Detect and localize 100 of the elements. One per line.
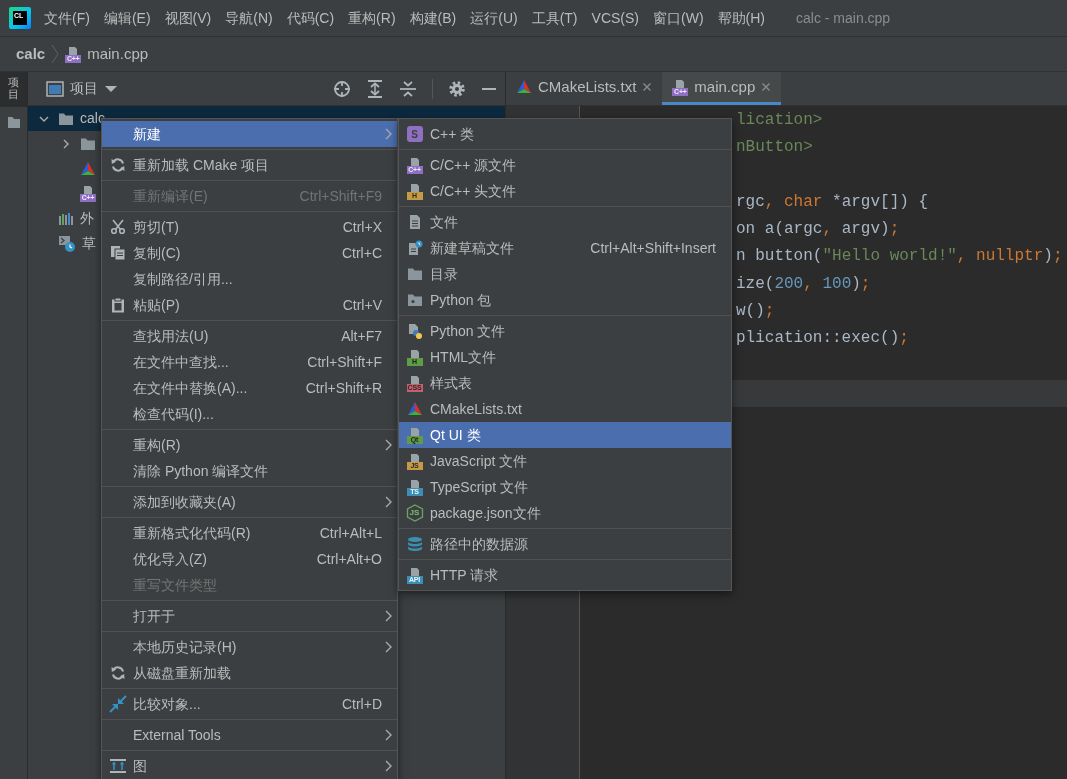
menu-item[interactable]: CMakeLists.txt bbox=[399, 396, 731, 422]
refresh-icon bbox=[109, 665, 126, 681]
arrows-icon bbox=[108, 695, 127, 713]
crosshair-icon[interactable] bbox=[333, 79, 351, 98]
menu-item[interactable]: 优化导入(Z) Ctrl+Alt+O bbox=[102, 546, 397, 572]
menu-item[interactable]: 检查代码(I)... bbox=[102, 401, 397, 427]
code-line: nButton> bbox=[736, 137, 813, 159]
folder-icon[interactable] bbox=[6, 114, 21, 129]
copy-icon bbox=[109, 245, 126, 261]
database-icon bbox=[406, 536, 423, 552]
menu-item[interactable]: 清除 Python 编译文件 bbox=[102, 458, 397, 484]
menu-item[interactable]: 重新加载 CMake 项目 bbox=[102, 152, 397, 178]
menu-item[interactable]: 目录 bbox=[399, 261, 731, 287]
code-line: on a(argc, argv); bbox=[736, 219, 900, 241]
chevron-icon bbox=[385, 496, 392, 508]
panel-dropdown[interactable]: 项目 bbox=[44, 76, 120, 101]
shortcut-text: Ctrl+Shift+F bbox=[307, 352, 382, 372]
menu-bar-item[interactable]: 窗口(W) bbox=[646, 7, 711, 29]
shortcut-text: Ctrl+X bbox=[342, 217, 382, 237]
menu-item[interactable]: 新建草稿文件 Ctrl+Alt+Shift+Insert bbox=[399, 235, 731, 261]
menu-bar-item[interactable]: 编辑(E) bbox=[96, 7, 158, 29]
menu-item[interactable]: Python 文件 bbox=[399, 318, 731, 344]
window-icon bbox=[46, 80, 64, 97]
menu-item[interactable]: 剪切(T) Ctrl+X bbox=[102, 214, 397, 240]
class-icon: S bbox=[406, 126, 423, 142]
editor-tab[interactable]: CMakeLists.txt bbox=[506, 72, 663, 105]
menu-bar-item[interactable]: 工具(T) bbox=[524, 7, 585, 29]
menu-item[interactable]: S C++ 类 bbox=[399, 121, 731, 147]
shortcut-text: Ctrl+D bbox=[341, 694, 382, 714]
code-line: ize(200, 100); bbox=[736, 273, 871, 295]
menu-item[interactable]: 添加到收藏夹(A) bbox=[102, 489, 397, 515]
menu-bar-item[interactable]: VCS(S) bbox=[584, 7, 646, 29]
chevron-icon bbox=[385, 128, 392, 140]
tree-item-label[interactable]: calc bbox=[80, 108, 105, 129]
shortcut-text: Ctrl+V bbox=[342, 295, 382, 315]
menu-item[interactable]: 在文件中替换(A)... Ctrl+Shift+R bbox=[102, 375, 397, 401]
shortcut-text: Ctrl+Alt+Shift+Insert bbox=[590, 238, 716, 258]
code-line: rgc, char *argv[]) { bbox=[736, 191, 929, 213]
menu-bar-item[interactable]: 帮助(H) bbox=[710, 7, 772, 29]
window-clock-icon bbox=[58, 234, 76, 253]
chevron-icon bbox=[385, 760, 392, 772]
menu-item[interactable]: Python 包 bbox=[399, 287, 731, 313]
diagram-icon bbox=[108, 758, 127, 774]
tool-window-tab[interactable]: 项目 bbox=[0, 72, 27, 107]
collapse-all-icon[interactable] bbox=[399, 79, 417, 98]
menu-item[interactable]: JS package.json文件 bbox=[399, 500, 731, 526]
menu-bar-item[interactable]: 视图(V) bbox=[157, 7, 219, 29]
code-line: w(); bbox=[736, 301, 775, 323]
breadcrumb-item[interactable]: main.cpp bbox=[87, 42, 149, 66]
menu-item[interactable]: External Tools bbox=[102, 722, 397, 748]
menu-item[interactable]: 复制(C) Ctrl+C bbox=[102, 240, 397, 266]
menu-item[interactable]: 比较对象... Ctrl+D bbox=[102, 691, 397, 717]
chevron-icon bbox=[385, 439, 392, 451]
shortcut-text: Alt+F7 bbox=[341, 326, 382, 346]
close-icon[interactable] bbox=[642, 82, 653, 92]
chevron-icon bbox=[385, 641, 392, 653]
shortcut-text: Ctrl+Alt+O bbox=[316, 549, 382, 569]
menu-item[interactable]: 本地历史记录(H) bbox=[102, 634, 397, 660]
package-folder-icon bbox=[406, 292, 423, 308]
menu-item[interactable]: 重构(R) bbox=[102, 432, 397, 458]
menu-item[interactable]: 打开于 bbox=[102, 603, 397, 629]
code-line: plication::exec(); bbox=[736, 328, 909, 350]
menu-item[interactable]: 从磁盘重新加载 bbox=[102, 660, 397, 686]
menu-item[interactable]: 图 bbox=[102, 753, 397, 779]
menu-item[interactable]: 在文件中查找... Ctrl+Shift+F bbox=[102, 349, 397, 375]
menu-bar-item[interactable]: 构建(B) bbox=[402, 7, 464, 29]
python-file-icon bbox=[406, 323, 423, 339]
code-line: n button("Hello world!", nullptr); bbox=[736, 246, 1063, 268]
tricolor-triangle-icon bbox=[406, 401, 423, 417]
menu-item[interactable]: 复制路径/引用... bbox=[102, 266, 397, 292]
menu-bar-item[interactable]: 重构(R) bbox=[341, 7, 403, 29]
document-clock-icon bbox=[406, 240, 423, 256]
menu-item[interactable]: 粘贴(P) Ctrl+V bbox=[102, 292, 397, 318]
bars-icon bbox=[58, 210, 74, 227]
close-icon[interactable] bbox=[761, 82, 772, 92]
tree-item-label[interactable]: 草 bbox=[82, 233, 96, 254]
clipboard-icon bbox=[109, 297, 126, 313]
hexagon-icon: JS bbox=[405, 504, 424, 522]
menu-bar-item[interactable]: 运行(U) bbox=[463, 7, 525, 29]
chevron-icon bbox=[385, 729, 392, 741]
menu-bar-item[interactable]: 文件(F) bbox=[37, 7, 97, 29]
menu-item[interactable]: 文件 bbox=[399, 209, 731, 235]
menu-item[interactable]: 新建 bbox=[102, 121, 397, 147]
menu-item[interactable]: 路径中的数据源 bbox=[399, 531, 731, 557]
window-title: calc - main.cpp bbox=[796, 8, 891, 28]
scissors-icon bbox=[109, 219, 126, 235]
tricolor-triangle-icon bbox=[516, 79, 532, 95]
tree-item-label[interactable]: 外 bbox=[80, 208, 94, 229]
menu-item[interactable]: 重新格式化代码(R) Ctrl+Alt+L bbox=[102, 520, 397, 546]
breadcrumb-item[interactable]: calc bbox=[16, 42, 46, 66]
menu-bar-item[interactable]: 导航(N) bbox=[218, 7, 280, 29]
shortcut-text: Ctrl+Shift+R bbox=[305, 378, 382, 398]
breadcrumb-separator-icon bbox=[51, 44, 60, 64]
menu-bar-item[interactable]: 代码(C) bbox=[279, 7, 342, 29]
caret-icon bbox=[104, 84, 118, 93]
shortcut-text: Ctrl+C bbox=[341, 243, 382, 263]
expand-all-icon[interactable] bbox=[366, 79, 384, 98]
refresh-icon bbox=[109, 157, 126, 173]
menu-item[interactable]: 查找用法(U) Alt+F7 bbox=[102, 323, 397, 349]
settings-icon[interactable] bbox=[448, 79, 466, 98]
